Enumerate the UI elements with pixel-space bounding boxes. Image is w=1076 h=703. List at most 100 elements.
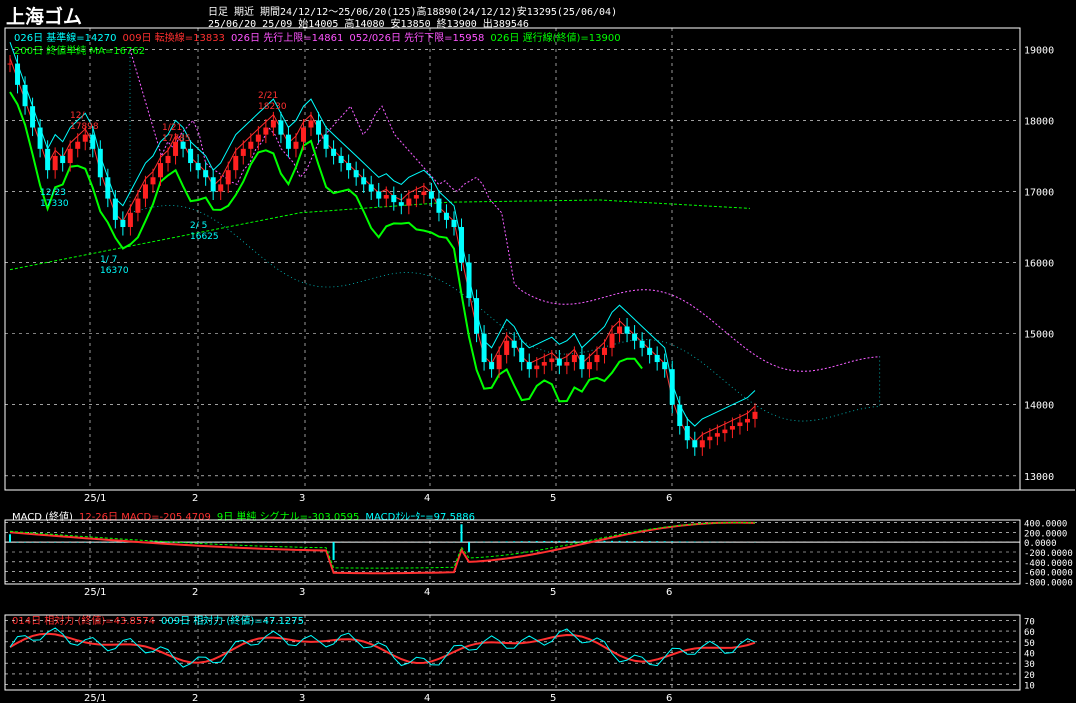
- candle-body-56: [428, 191, 434, 199]
- candle-body-6: [52, 155, 58, 171]
- x-tick-label-2-3: 4: [424, 693, 430, 703]
- annotation-value-5: 18230: [258, 102, 287, 112]
- y-tick-label-2-2: 50: [1024, 639, 1035, 649]
- candle-body-90: [684, 426, 690, 441]
- x-tick-label-2-1: 2: [192, 693, 198, 703]
- x-tick-label-1-4: 5: [550, 587, 556, 598]
- candle-body-26: [203, 170, 209, 178]
- candle-body-13: [105, 177, 111, 199]
- candle-body-43: [331, 148, 337, 156]
- candle-body-33: [255, 134, 261, 142]
- candle-body-93: [707, 436, 713, 441]
- ichimoku-cloud: [129, 49, 881, 422]
- candle-body-18: [142, 184, 148, 199]
- y-tick-label-2-3: 40: [1024, 650, 1035, 660]
- annotation-value-0: 17898: [70, 122, 99, 132]
- candle-body-64: [489, 362, 495, 370]
- x-tick-label-2-0: 25/1: [84, 693, 106, 703]
- candle-body-40: [308, 120, 314, 128]
- y-tick-label-0-3: 16000: [1024, 259, 1054, 270]
- y-tick-label-2-5: 20: [1024, 671, 1035, 681]
- candle-body-55: [421, 191, 427, 196]
- x-tick-label-2-2: 3: [299, 693, 305, 703]
- annotation-label-4: 2/ 5: [190, 221, 207, 231]
- x-tick-label-0-1: 2: [192, 493, 198, 504]
- candle-body-45: [346, 163, 352, 171]
- annotation-value-3: 17785: [162, 134, 191, 144]
- candle-body-27: [210, 177, 216, 192]
- candle-body-76: [579, 354, 585, 370]
- candle-body-78: [594, 354, 600, 363]
- candle-body-8: [67, 148, 73, 164]
- candle-body-71: [541, 362, 547, 366]
- y-tick-label-2-6: 10: [1024, 682, 1035, 692]
- candle-body-49: [376, 191, 382, 199]
- candle-body-85: [647, 347, 653, 355]
- x-tick-label-0-2: 3: [299, 493, 305, 504]
- candle-body-20: [158, 163, 164, 178]
- candle-body-14: [112, 198, 118, 220]
- candle-body-41: [316, 120, 322, 135]
- candle-body-1: [15, 63, 21, 85]
- candle-body-74: [564, 362, 570, 366]
- candle-body-0: [7, 63, 13, 65]
- candle-body-17: [135, 198, 141, 213]
- annotation-label-3: 1/21: [162, 123, 182, 133]
- candle-body-66: [504, 340, 510, 355]
- x-tick-label-0-4: 5: [550, 493, 556, 504]
- candle-body-15: [120, 219, 126, 228]
- y-tick-label-1-6: -800.0000: [1024, 579, 1073, 589]
- candle-body-89: [677, 404, 683, 427]
- candle-body-50: [383, 195, 389, 199]
- y-tick-label-0-1: 18000: [1024, 116, 1054, 127]
- candle-body-29: [225, 170, 231, 185]
- candle-body-2: [22, 84, 28, 107]
- candle-body-16: [127, 212, 133, 228]
- candle-body-47: [361, 177, 367, 185]
- candle-body-58: [443, 212, 449, 220]
- candle-body-87: [662, 362, 668, 370]
- candle-body-11: [90, 134, 96, 149]
- candle-body-75: [571, 354, 577, 363]
- candle-body-12: [97, 148, 103, 178]
- candle-body-94: [714, 433, 720, 437]
- candle-body-63: [481, 333, 487, 363]
- candle-body-92: [699, 440, 705, 448]
- y-tick-label-2-0: 70: [1024, 617, 1035, 627]
- x-tick-label-1-1: 2: [192, 587, 198, 598]
- candle-body-82: [624, 326, 630, 334]
- candle-body-36: [278, 120, 284, 135]
- candle-body-48: [368, 184, 374, 192]
- candle-body-35: [270, 120, 276, 128]
- candle-body-97: [737, 422, 743, 427]
- conversion-line: [9, 57, 756, 443]
- x-tick-label-0-3: 4: [424, 493, 430, 504]
- candle-body-57: [436, 198, 442, 213]
- x-tick-label-1-0: 25/1: [84, 587, 106, 598]
- candle-body-72: [549, 358, 555, 363]
- candle-body-83: [632, 333, 638, 341]
- candle-body-7: [60, 155, 66, 164]
- y-tick-label-0-4: 15000: [1024, 330, 1054, 341]
- macd-line: [9, 521, 756, 575]
- candle-body-79: [601, 347, 607, 355]
- signal-line: [9, 522, 756, 569]
- candle-body-46: [353, 170, 359, 178]
- candle-body-28: [218, 184, 224, 192]
- candle-body-34: [263, 127, 269, 135]
- candle-body-44: [338, 155, 344, 164]
- candle-body-99: [752, 411, 758, 419]
- candle-body-81: [617, 326, 623, 334]
- y-tick-label-1-5: -600.0000: [1024, 569, 1073, 579]
- candle-body-51: [391, 195, 397, 203]
- candle-body-5: [45, 148, 51, 171]
- candle-body-77: [586, 362, 592, 370]
- x-tick-label-2-4: 5: [550, 693, 556, 703]
- y-tick-label-1-1: 200.0000: [1024, 529, 1067, 539]
- annotation-value-4: 16625: [190, 232, 219, 242]
- y-tick-label-2-4: 30: [1024, 660, 1035, 670]
- y-tick-label-1-0: 400.0000: [1024, 519, 1067, 529]
- candle-body-19: [150, 177, 156, 185]
- annotation-label-5: 2/21: [258, 91, 278, 101]
- candle-body-80: [609, 333, 615, 348]
